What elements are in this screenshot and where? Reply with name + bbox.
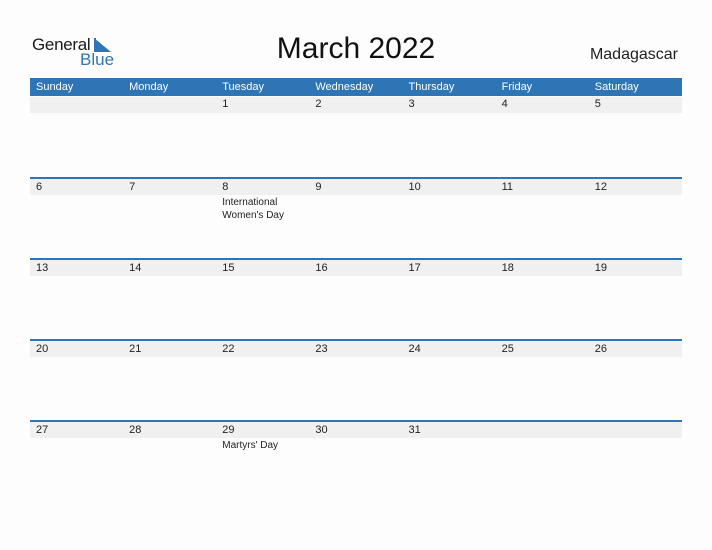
day-number: 16 (315, 262, 328, 274)
day-cell[interactable]: 31 (403, 422, 496, 452)
day-cell[interactable]: 6 (30, 179, 123, 222)
weekday-sunday: Sunday (36, 81, 74, 93)
week-row: 27 28 29 Martyrs' Day 30 31 (30, 420, 682, 501)
day-number: 8 (222, 181, 229, 193)
day-number: 25 (501, 343, 514, 355)
day-cell[interactable]: 30 (309, 422, 402, 452)
day-cell[interactable]: 29 Martyrs' Day (216, 422, 309, 452)
day-cell[interactable]: 17 (403, 260, 496, 276)
day-number: 27 (36, 424, 49, 436)
day-cell[interactable]: 4 (496, 96, 589, 112)
day-cell[interactable]: 20 (30, 341, 123, 357)
day-cell[interactable]: 28 (123, 422, 216, 452)
week-days: 13 14 15 16 17 18 19 (30, 260, 682, 276)
day-cell[interactable]: 21 (123, 341, 216, 357)
day-number: 19 (594, 262, 607, 274)
day-number: 18 (501, 262, 514, 274)
day-number: 6 (36, 181, 43, 193)
day-number: 24 (408, 343, 421, 355)
weekday-tuesday: Tuesday (222, 81, 265, 93)
day-number (595, 422, 682, 438)
day-number: 20 (36, 343, 49, 355)
day-cell[interactable]: 11 (496, 179, 589, 222)
holiday-label: Martyrs' Day (222, 440, 279, 451)
day-number: 11 (501, 181, 514, 193)
day-number: 4 (501, 98, 508, 110)
day-number: 2 (315, 98, 322, 110)
day-cell[interactable]: 24 (403, 341, 496, 357)
day-cell[interactable]: 10 (403, 179, 496, 222)
day-cell[interactable]: 7 (123, 179, 216, 222)
day-number: 15 (222, 262, 235, 274)
holiday-label: International Women's Day (222, 197, 284, 221)
day-cell[interactable]: 23 (309, 341, 402, 357)
week-row: 13 14 15 16 17 18 19 (30, 258, 682, 339)
day-number: 29 (222, 424, 235, 436)
weekday-monday: Monday (129, 81, 169, 93)
day-number (36, 96, 123, 112)
day-number: 23 (315, 343, 328, 355)
calendar-grid: Sunday Monday Tuesday Wednesday Thursday… (30, 78, 682, 501)
day-number: 13 (36, 262, 49, 274)
country-label: Madagascar (589, 46, 678, 63)
day-cell[interactable]: 14 (123, 260, 216, 276)
day-cell[interactable]: 9 (309, 179, 402, 222)
week-row: 1 2 3 4 5 (30, 96, 682, 177)
weekday-header: Sunday Monday Tuesday Wednesday Thursday… (30, 78, 682, 96)
day-number (129, 96, 216, 112)
day-cell (496, 422, 589, 452)
week-days: 6 7 8 International Women's Day 9 10 11 12 (30, 179, 682, 222)
day-cell[interactable]: 19 (589, 260, 682, 276)
day-cell[interactable]: 22 (216, 341, 309, 357)
day-number: 12 (594, 181, 607, 193)
day-number: 28 (129, 424, 142, 436)
day-number: 31 (408, 424, 421, 436)
week-days: 27 28 29 Martyrs' Day 30 31 (30, 422, 682, 452)
weekday-friday: Friday (501, 81, 533, 93)
day-number: 10 (408, 181, 421, 193)
day-number: 3 (408, 98, 415, 110)
day-number: 1 (222, 98, 229, 110)
week-days: 20 21 22 23 24 25 26 (30, 341, 682, 357)
weeks-container: 1 2 3 4 5 6 7 8 International Women's Day 9 10 11 12… (30, 96, 682, 501)
day-cell (589, 422, 682, 452)
day-cell[interactable]: 26 (589, 341, 682, 357)
day-number: 26 (594, 343, 607, 355)
weekday-saturday: Saturday (594, 81, 639, 93)
weekday-wednesday: Wednesday (315, 81, 374, 93)
day-cell[interactable]: 5 (589, 96, 682, 112)
day-number: 17 (408, 262, 421, 274)
day-number: 5 (594, 98, 601, 110)
day-cell (30, 96, 123, 112)
day-cell[interactable]: 3 (403, 96, 496, 112)
weekday-thursday: Thursday (408, 81, 455, 93)
day-number: 30 (315, 424, 328, 436)
week-days: 1 2 3 4 5 (30, 96, 682, 112)
day-cell[interactable]: 1 (216, 96, 309, 112)
day-cell[interactable]: 25 (496, 341, 589, 357)
day-cell (123, 96, 216, 112)
day-cell[interactable]: 12 (589, 179, 682, 222)
week-row: 20 21 22 23 24 25 26 (30, 339, 682, 420)
day-number: 7 (129, 181, 136, 193)
week-row: 6 7 8 International Women's Day 9 10 11 12 (30, 177, 682, 258)
day-cell[interactable]: 13 (30, 260, 123, 276)
day-number: 9 (315, 181, 322, 193)
day-cell[interactable]: 27 (30, 422, 123, 452)
day-number: 22 (222, 343, 235, 355)
day-cell[interactable]: 18 (496, 260, 589, 276)
day-cell[interactable]: 16 (309, 260, 402, 276)
day-cell[interactable]: 15 (216, 260, 309, 276)
day-number: 14 (129, 262, 142, 274)
day-cell[interactable]: 8 International Women's Day (216, 179, 309, 222)
day-number: 21 (129, 343, 142, 355)
day-number (502, 422, 589, 438)
day-cell[interactable]: 2 (309, 96, 402, 112)
